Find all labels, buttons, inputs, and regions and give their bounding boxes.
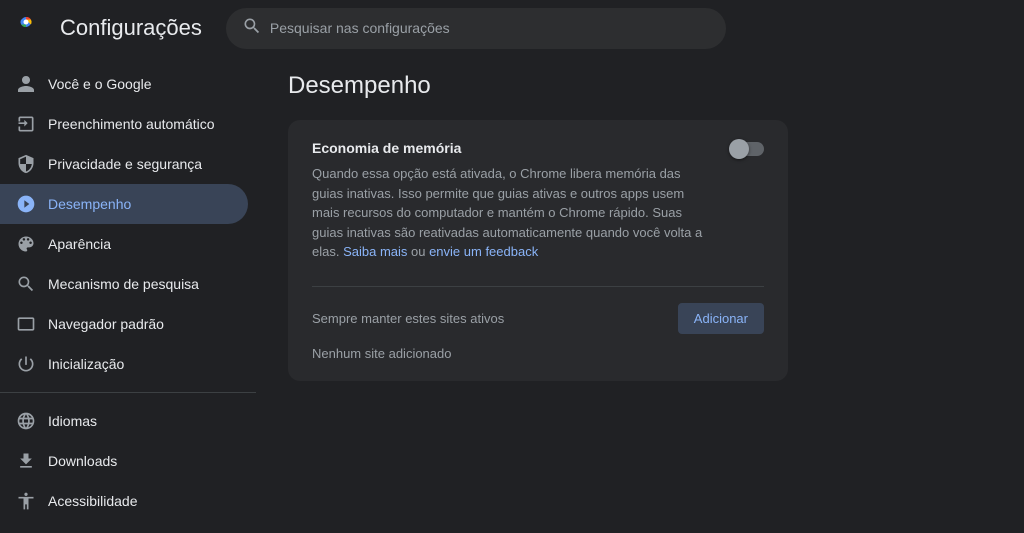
sidebar-label-preenchimento: Preenchimento automático [48,116,215,132]
link-separator: ou [407,244,429,259]
fill-icon [16,114,36,134]
sidebar-label-idiomas: Idiomas [48,413,97,429]
always-active-label: Sempre manter estes sites ativos [312,311,504,326]
sidebar-item-acessibilidade[interactable]: Acessibilidade [0,481,248,521]
sidebar-label-privacidade: Privacidade e segurança [48,156,202,172]
person-icon [16,74,36,94]
sidebar-label-acessibilidade: Acessibilidade [48,493,138,509]
page-title: Desempenho [288,72,992,100]
memory-saver-title: Economia de memória [312,140,714,156]
chrome-logo [16,12,48,44]
feedback-link[interactable]: envie um feedback [429,244,538,259]
sidebar-item-privacidade[interactable]: Privacidade e segurança [0,144,248,184]
sidebar-label-desempenho: Desempenho [48,196,131,212]
card-divider [312,286,764,287]
startup-icon [16,354,36,374]
sidebar-label-navegador: Navegador padrão [48,316,164,332]
sidebar-item-inicializacao[interactable]: Inicialização [0,344,248,384]
divider-1 [0,392,256,393]
search-bar[interactable] [226,8,726,49]
sidebar-label-aparencia: Aparência [48,236,111,252]
main-content: Desempenho Economia de memória Quando es… [256,56,1024,533]
shield-icon [16,154,36,174]
sidebar-item-preenchimento[interactable]: Preenchimento automático [0,104,248,144]
search-input[interactable] [270,20,710,36]
memory-saver-row: Economia de memória Quando essa opção es… [312,140,764,270]
performance-icon [16,194,36,214]
app-body: Você e o Google Preenchimento automático… [0,56,1024,533]
appearance-icon [16,234,36,254]
no-site-label: Nenhum site adicionado [312,346,764,361]
browser-icon [16,314,36,334]
memory-saver-toggle[interactable] [730,142,764,156]
sidebar-label-inicializacao: Inicialização [48,356,124,372]
accessibility-icon [16,491,36,511]
sidebar-item-voce-google[interactable]: Você e o Google [0,64,248,104]
app-header: Configurações [0,0,1024,56]
add-site-button[interactable]: Adicionar [678,303,764,334]
memory-saver-text: Economia de memória Quando essa opção es… [312,140,714,270]
download-icon [16,451,36,471]
page-heading: Configurações [60,15,202,41]
search-nav-icon [16,274,36,294]
sidebar-label-downloads: Downloads [48,453,117,469]
sidebar: Você e o Google Preenchimento automático… [0,56,256,533]
sidebar-item-aparencia[interactable]: Aparência [0,224,248,264]
sidebar-item-desempenho[interactable]: Desempenho [0,184,248,224]
sidebar-item-downloads[interactable]: Downloads [0,441,248,481]
search-icon [242,16,262,41]
always-active-row: Sempre manter estes sites ativos Adicion… [312,303,764,334]
sidebar-item-mecanismo[interactable]: Mecanismo de pesquisa [0,264,248,304]
performance-card: Economia de memória Quando essa opção es… [288,120,788,381]
sidebar-label-mecanismo: Mecanismo de pesquisa [48,276,199,292]
sidebar-item-sistema[interactable]: Sistema [0,521,248,533]
saiba-mais-link[interactable]: Saiba mais [343,244,407,259]
sidebar-label-voce-google: Você e o Google [48,76,152,92]
sidebar-item-navegador[interactable]: Navegador padrão [0,304,248,344]
language-icon [16,411,36,431]
sidebar-item-idiomas[interactable]: Idiomas [0,401,248,441]
memory-saver-description: Quando essa opção está ativada, o Chrome… [312,164,714,262]
